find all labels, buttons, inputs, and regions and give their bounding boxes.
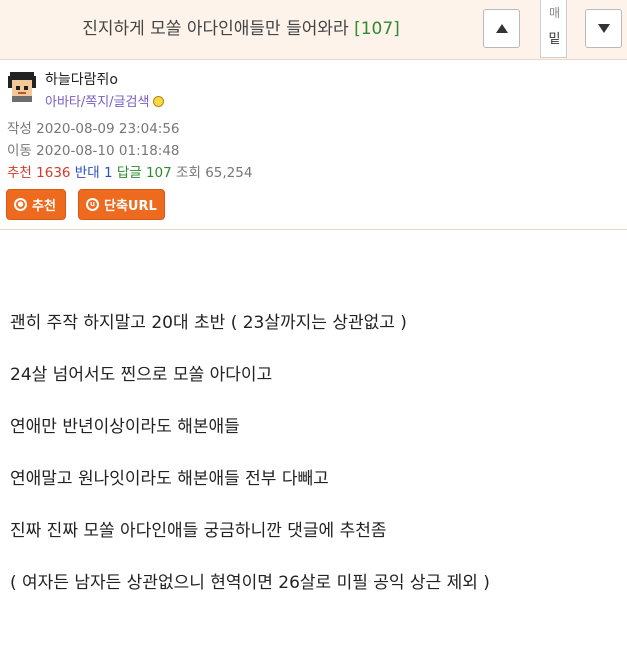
author-links-text[interactable]: 아바타/쪽지/글검색 — [45, 95, 149, 110]
short-url-button-label: 단축URL — [104, 199, 157, 214]
reply-count: 107 — [145, 165, 172, 181]
divider — [0, 229, 627, 230]
views-label: 조회 — [176, 165, 201, 181]
comment-count[interactable]: [107] — [354, 19, 400, 39]
smile-icon — [153, 96, 165, 107]
pixel-avatar-icon[interactable] — [6, 70, 38, 102]
recommend-count: 1636 — [36, 165, 71, 181]
recommend-button[interactable]: ● 추천 — [6, 189, 66, 220]
post-title: 진지하게 모쏠 아다인애들만 들어와라 [107] — [0, 0, 482, 58]
reply-label: 답글 — [116, 165, 142, 181]
recommend-label: 추천 — [7, 165, 32, 181]
modified-date-row: 이동 2020-08-10 01:18:48 — [7, 139, 180, 159]
oppose-label: 반대 — [74, 165, 100, 181]
content-line: ( 여자든 남자든 상관없으니 현역이면 26살로 미필 공익 상근 제외 ) — [10, 573, 490, 593]
post-stats-row: 추천 1636 반대 1 답글 107 조회 65,254 — [7, 161, 252, 181]
modified-date: 2020-08-10 01:18:48 — [36, 143, 180, 159]
written-label: 작성 — [7, 121, 32, 137]
popup-bottom-label[interactable]: 밑 — [541, 28, 568, 47]
author-nickname[interactable]: 하늘다람쥐o — [45, 69, 118, 89]
popup-top-label[interactable]: 매 — [541, 4, 568, 21]
content-line: 괜히 주작 하지말고 20대 초반 ( 23살까지는 상관없고 ) — [10, 313, 407, 333]
circle-icon: ● — [14, 198, 27, 211]
link-u-icon: u — [86, 198, 99, 211]
author-links[interactable]: 아바타/쪽지/글검색 — [45, 91, 165, 110]
content-line: 진짜 진짜 모쏠 아다인애들 궁금하니깐 댓글에 추천좀 — [10, 521, 387, 541]
modified-label: 이동 — [7, 143, 32, 159]
post-title-text: 진지하게 모쏠 아다인애들만 들어와라 — [82, 19, 349, 39]
recommend-button-label: 추천 — [32, 199, 56, 214]
prev-post-button[interactable] — [483, 9, 520, 48]
content-line: 연애말고 원나잇이라도 해본애들 전부 다빼고 — [10, 469, 329, 489]
triangle-down-icon — [597, 24, 610, 33]
oppose-count: 1 — [103, 165, 113, 181]
written-date: 2020-08-09 23:04:56 — [36, 121, 180, 137]
next-post-button[interactable] — [585, 9, 622, 48]
content-line: 연애만 반년이상이라도 해본애들 — [10, 417, 240, 437]
content-line: 24살 넘어서도 찐으로 모쏠 아다이고 — [10, 365, 273, 385]
triangle-up-icon — [495, 24, 508, 33]
views-count: 65,254 — [205, 165, 253, 181]
post-header-bar: 진지하게 모쏠 아다인애들만 들어와라 [107] 매 밑 — [0, 0, 627, 60]
written-date-row: 작성 2020-08-09 23:04:56 — [7, 117, 180, 137]
short-url-button[interactable]: u 단축URL — [78, 189, 165, 220]
floating-scroll-popup[interactable]: 매 밑 — [540, 0, 567, 58]
